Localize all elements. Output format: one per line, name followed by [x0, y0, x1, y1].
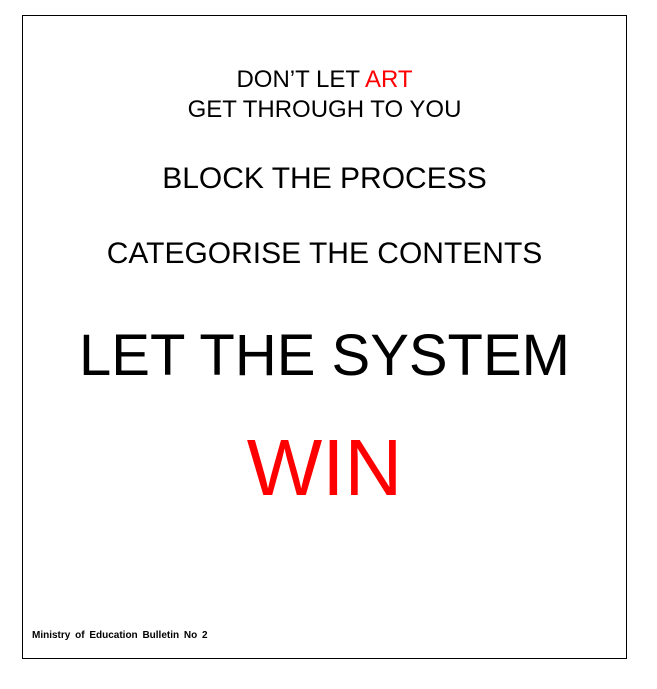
headline-prefix: DON’T LET: [236, 66, 365, 93]
poster: DON’T LET ART GET THROUGH TO YOU BLOCK T…: [22, 15, 627, 659]
headline-line-1: DON’T LET ART: [23, 65, 626, 95]
system-line: LET THE SYSTEM: [79, 323, 570, 388]
headline-line-2: GET THROUGH TO YOU: [187, 96, 462, 123]
categorise-line: CATEGORISE THE CONTENTS: [106, 237, 543, 270]
bulletin-footer: Ministry of Education Bulletin No 2: [32, 630, 208, 641]
block-process-line: BLOCK THE PROCESS: [162, 162, 487, 195]
headline-art-word: ART: [364, 66, 413, 93]
win-line: WIN: [246, 423, 403, 512]
